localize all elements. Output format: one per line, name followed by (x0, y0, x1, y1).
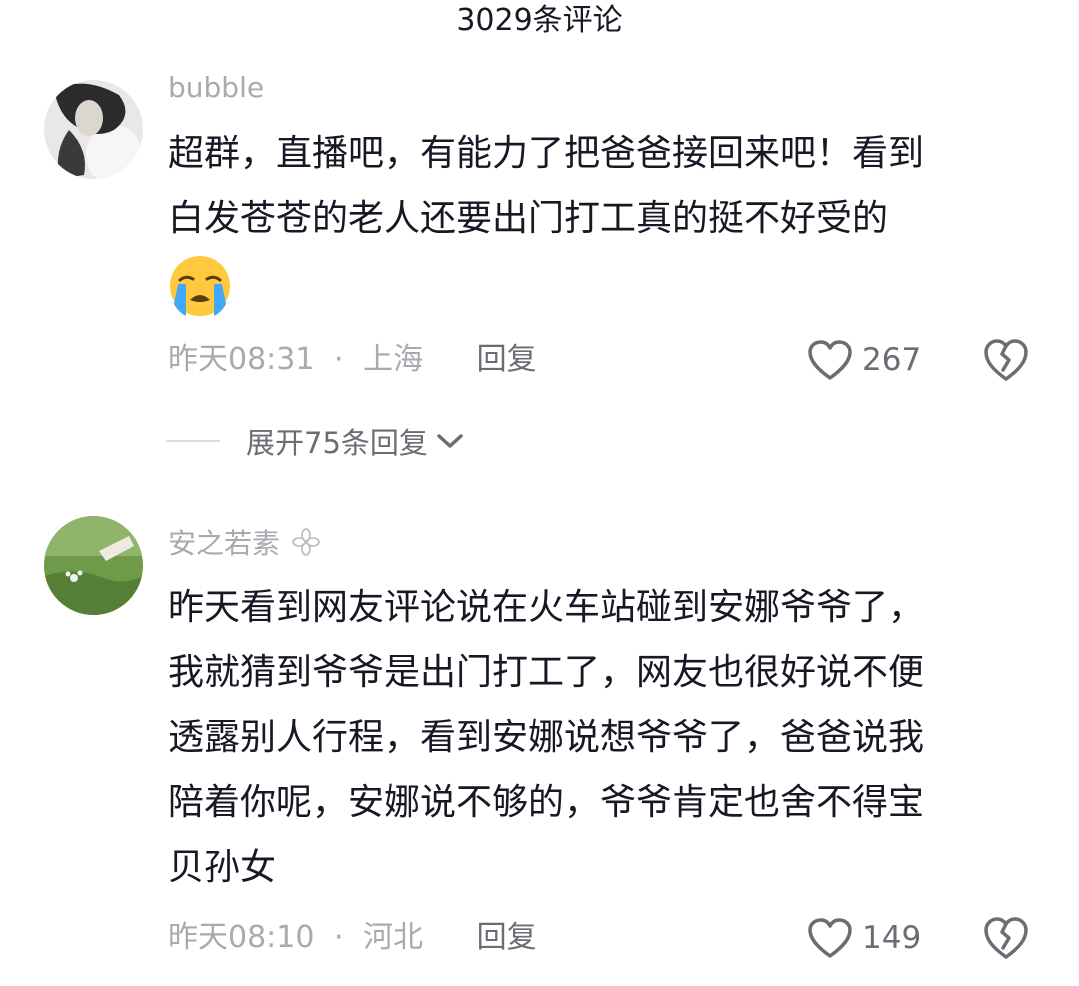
username[interactable]: bubble (168, 70, 264, 106)
comment-line: 白发苍苍的老人还要出门打工真的挺不好受的 (168, 198, 889, 239)
comment-time: 昨天08:10 (168, 920, 315, 955)
comment-line: 陪着你呢，安娜说不够的，爷爷肯定也舍不得宝 (168, 782, 925, 823)
flower-icon (292, 528, 320, 556)
heart-icon (808, 340, 852, 380)
comment-meta: 昨天08:31 · 上海 回复 (168, 335, 537, 385)
meta-separator: · (334, 920, 344, 955)
avatar[interactable] (44, 80, 143, 179)
comment-text: 超群，直播吧，有能力了把爸爸接回来吧！看到 白发苍苍的老人还要出门打工真的挺不好… (168, 121, 1048, 251)
loudly-crying-face-icon (170, 256, 230, 316)
like-count: 267 (862, 342, 922, 378)
like-count: 149 (862, 920, 922, 956)
broken-heart-icon[interactable] (982, 915, 1030, 961)
comments-header: 3029条评论 (0, 0, 1079, 50)
reply-button[interactable]: 回复 (477, 920, 537, 955)
expand-replies-button[interactable]: 展开75条回复 (166, 419, 464, 463)
comment-location: 上海 (363, 342, 424, 377)
comment-time: 昨天08:31 (168, 342, 315, 377)
meta-separator: · (334, 342, 344, 377)
comment-text: 昨天看到网友评论说在火车站碰到安娜爷爷了， 我就猜到爷爷是出门打工了，网友也很好… (168, 575, 1048, 900)
expand-replies-label: 展开75条回复 (246, 426, 428, 460)
avatar[interactable] (44, 516, 143, 615)
comment-location: 河北 (363, 920, 424, 955)
comment-count-title: 3029条评论 (456, 3, 623, 38)
comment-line: 我就猜到爷爷是出门打工了，网友也很好说不便 (168, 652, 925, 693)
divider (166, 440, 220, 442)
username-text: 安之若素 (168, 527, 281, 560)
heart-icon (808, 918, 852, 958)
chevron-down-icon (437, 434, 463, 448)
reply-button[interactable]: 回复 (477, 342, 537, 377)
username[interactable]: 安之若素 (168, 526, 321, 562)
comment-line: 超群，直播吧，有能力了把爸爸接回来吧！看到 (168, 133, 925, 174)
like-button[interactable]: 149 (806, 913, 921, 963)
like-button[interactable]: 267 (806, 335, 921, 385)
comment-line: 透露别人行程，看到安娜说想爷爷了，爸爸说我 (168, 717, 925, 758)
comment-meta: 昨天08:10 · 河北 回复 (168, 913, 537, 963)
comment-line: 昨天看到网友评论说在火车站碰到安娜爷爷了， (168, 587, 925, 628)
comment-line: 贝孙女 (168, 847, 277, 888)
broken-heart-icon[interactable] (982, 337, 1030, 383)
